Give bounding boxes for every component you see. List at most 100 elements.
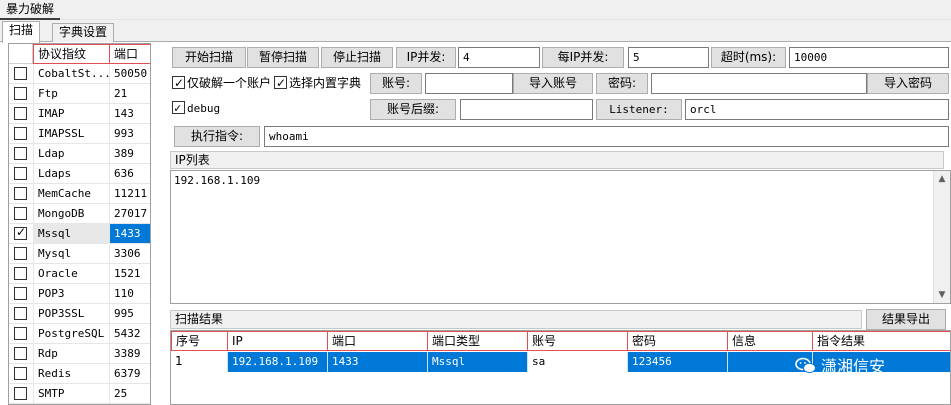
account-suffix-field[interactable] xyxy=(460,99,593,120)
results-column-header[interactable]: 账号 xyxy=(528,331,628,351)
timeout-label: 超时(ms): xyxy=(711,47,786,68)
protocol-checkbox[interactable] xyxy=(14,67,27,80)
exec-command-field[interactable]: whoami xyxy=(264,126,949,147)
protocol-port: 1521 xyxy=(114,267,141,280)
import-account-button[interactable]: 导入账号 xyxy=(513,73,593,94)
protocol-row[interactable]: CobaltSt... 50050 xyxy=(9,64,150,84)
protocol-row[interactable]: PostgreSQL 5432 xyxy=(9,324,150,344)
protocol-row[interactable]: MemCache 11211 xyxy=(9,184,150,204)
scroll-down-icon[interactable]: ▼ xyxy=(934,287,950,303)
protocol-name: PostgreSQL xyxy=(33,324,110,343)
tab-scan[interactable]: 扫描 xyxy=(2,21,41,43)
protocol-row[interactable]: Rdp 3389 xyxy=(9,344,150,364)
crack-one-account-checkbox[interactable]: 仅破解一个账户 xyxy=(172,74,271,92)
protocol-port: 993 xyxy=(114,127,134,140)
protocol-checkbox[interactable] xyxy=(14,307,27,320)
timeout-field[interactable]: 10000 xyxy=(789,47,949,68)
password-field[interactable] xyxy=(651,73,867,94)
protocol-checkbox[interactable] xyxy=(14,225,27,240)
protocol-name: Mssql xyxy=(33,224,110,243)
debug-checkbox[interactable]: debug xyxy=(172,99,221,118)
protocol-checkbox[interactable] xyxy=(14,147,27,160)
protocol-name: MongoDB xyxy=(33,204,110,223)
export-results-button[interactable]: 结果导出 xyxy=(866,309,946,330)
protocol-checkbox[interactable] xyxy=(14,167,27,180)
protocol-name: Oracle xyxy=(33,264,110,283)
protocol-name: Rdp xyxy=(33,344,110,363)
table-cell: Mssql xyxy=(428,352,528,372)
protocol-list-header: 协议指纹 端口 xyxy=(9,44,150,64)
protocol-row[interactable]: Ftp 21 xyxy=(9,84,150,104)
ip-list-scrollbar[interactable]: ▲ ▼ xyxy=(933,171,950,303)
menu-bar: 暴力破解 xyxy=(0,0,951,20)
protocol-checkbox[interactable] xyxy=(14,107,27,120)
results-column-header[interactable]: 密码 xyxy=(628,331,728,351)
protocol-row[interactable]: POP3 110 xyxy=(9,284,150,304)
protocol-checkbox[interactable] xyxy=(14,327,27,340)
results-column-header[interactable]: 序号 xyxy=(171,331,228,351)
exec-command-label: 执行指令: xyxy=(174,126,260,147)
debug-label: debug xyxy=(187,102,221,115)
menu-brute-force[interactable]: 暴力破解 xyxy=(0,0,61,20)
protocol-port: 143 xyxy=(114,107,134,120)
protocol-row[interactable]: Oracle 1521 xyxy=(9,264,150,284)
protocol-checkbox[interactable] xyxy=(14,347,27,360)
results-column-header[interactable]: 端口 xyxy=(328,331,428,351)
protocol-checkbox[interactable] xyxy=(14,127,27,140)
protocol-row[interactable]: SMTP 25 xyxy=(9,384,150,404)
protocol-checkbox[interactable] xyxy=(14,87,27,100)
results-column-header[interactable]: 指令结果 xyxy=(813,331,950,351)
protocol-port: 21 xyxy=(114,87,128,100)
protocol-row[interactable]: POP3SSL 995 xyxy=(9,304,150,324)
protocol-row[interactable]: MongoDB 27017 xyxy=(9,204,150,224)
tab-dictionary-settings[interactable]: 字典设置 xyxy=(52,23,115,42)
header-port[interactable]: 端口 xyxy=(110,44,150,64)
protocol-row[interactable]: Ldap 389 xyxy=(9,144,150,164)
protocol-checkbox[interactable] xyxy=(14,187,27,200)
protocol-port: 110 xyxy=(114,287,134,300)
ip-list-textarea[interactable]: 192.168.1.109 ▲ ▼ xyxy=(170,170,951,304)
protocol-checkbox[interactable] xyxy=(14,267,27,280)
results-column-header[interactable]: 端口类型 xyxy=(428,331,528,351)
tab-strip: 扫描 字典设置 xyxy=(0,20,951,43)
ip-concurrency-field[interactable]: 4 xyxy=(458,47,540,68)
protocol-row[interactable]: Ldaps 636 xyxy=(9,164,150,184)
protocol-row[interactable]: IMAPSSL 993 xyxy=(9,124,150,144)
start-scan-button[interactable]: 开始扫描 xyxy=(172,47,246,68)
protocol-name: CobaltSt... xyxy=(33,64,110,83)
protocol-checkbox[interactable] xyxy=(14,207,27,220)
account-field[interactable] xyxy=(425,73,513,94)
protocol-row[interactable]: Mysql 3306 xyxy=(9,244,150,264)
protocol-name: Ftp xyxy=(33,84,110,103)
protocol-port: 1433 xyxy=(110,224,150,243)
table-cell: 1433 xyxy=(328,352,428,372)
protocol-name: SMTP xyxy=(33,384,110,403)
protocol-checkbox[interactable] xyxy=(14,247,27,260)
protocol-row[interactable]: IMAP 143 xyxy=(9,104,150,124)
protocol-row[interactable]: Mssql1433 xyxy=(9,224,150,244)
protocol-checkbox[interactable] xyxy=(14,387,27,400)
protocol-port: 389 xyxy=(114,147,134,160)
per-ip-concurrency-field[interactable]: 5 xyxy=(628,47,709,68)
import-password-button[interactable]: 导入密码 xyxy=(867,73,949,94)
protocol-checkbox[interactable] xyxy=(14,367,27,380)
builtin-dict-checkbox[interactable]: 选择内置字典 xyxy=(274,74,361,92)
results-column-header[interactable]: 信息 xyxy=(728,331,813,351)
protocol-name: IMAP xyxy=(33,104,110,123)
protocol-port: 3306 xyxy=(114,247,141,260)
builtin-dict-label: 选择内置字典 xyxy=(289,76,362,90)
ip-concurrency-label: IP并发: xyxy=(396,47,456,68)
header-protocol-fingerprint[interactable]: 协议指纹 xyxy=(33,44,110,64)
listener-field[interactable]: orcl xyxy=(685,99,949,120)
protocol-name: POP3 xyxy=(33,284,110,303)
protocol-row[interactable]: Redis 6379 xyxy=(9,364,150,384)
stop-scan-button[interactable]: 停止扫描 xyxy=(321,47,393,68)
protocol-checkbox[interactable] xyxy=(14,287,27,300)
protocol-name: POP3SSL xyxy=(33,304,110,323)
checkbox-checked-icon xyxy=(172,74,185,92)
pause-scan-button[interactable]: 暂停扫描 xyxy=(247,47,319,68)
results-column-header[interactable]: IP xyxy=(228,331,328,351)
scroll-up-icon[interactable]: ▲ xyxy=(934,171,950,187)
listener-label: Listener: xyxy=(596,99,682,120)
account-label: 账号: xyxy=(370,73,422,94)
